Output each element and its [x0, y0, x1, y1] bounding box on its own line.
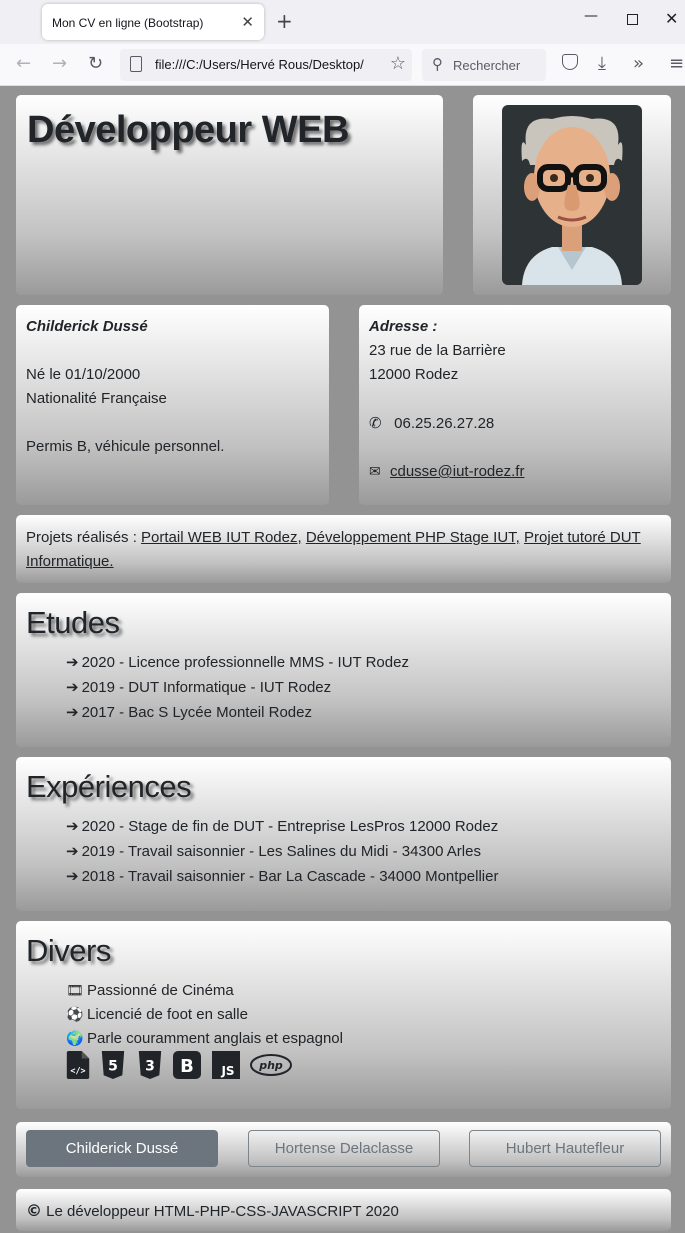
person-button-hubert[interactable]: Hubert Hautefleur: [469, 1130, 661, 1167]
title-card: Développeur WEB: [16, 95, 443, 295]
list-item: ➔ 2020 - Stage de fin de DUT - Entreprise…: [66, 817, 499, 835]
photo-card: [473, 95, 671, 295]
page-title: Développeur WEB: [27, 109, 349, 151]
maximize-icon[interactable]: [627, 14, 638, 25]
people-button-bar: Childerick Dussé Hortense Delaclasse Hub…: [16, 1122, 671, 1177]
url-text: file:///C:/Users/Hervé Rous/Desktop/: [155, 57, 364, 72]
arrow-right-icon: ➔: [66, 653, 79, 671]
person-button-hortense[interactable]: Hortense Delaclasse: [248, 1130, 440, 1167]
etudes-title: Etudes: [26, 605, 120, 640]
tab-title: Mon CV en ligne (Bootstrap): [52, 16, 204, 30]
email-link[interactable]: cdusse@iut-rodez.fr: [390, 463, 524, 480]
svg-text:</>: </>: [70, 1065, 85, 1075]
tech-icons: </> 5 3 B JS php: [66, 1051, 298, 1083]
experiences-list: ➔ 2020 - Stage de fin de DUT - Entreprise…: [26, 814, 498, 889]
address-label: Adresse :: [369, 318, 438, 335]
soccer-ball-icon: ⚽: [66, 1007, 84, 1023]
arrow-right-icon: ➔: [66, 867, 79, 885]
php-icon: php: [250, 1054, 293, 1076]
film-icon: 🎞: [66, 983, 84, 999]
forward-icon[interactable]: →: [52, 53, 67, 74]
browser-tab-bar: Mon CV en ligne (Bootstrap) ✕ + — ✕: [0, 0, 685, 44]
copyright-icon: ©: [26, 1201, 42, 1220]
list-item: 🎞 Passionné de Cinéma: [66, 979, 343, 1003]
etudes-list: ➔ 2020 - Licence professionnelle MMS - IU…: [26, 650, 409, 725]
list-item: ➔ 2019 - DUT Informatique - IUT Rodez: [66, 678, 332, 696]
arrow-right-icon: ➔: [66, 817, 79, 835]
divers-list: 🎞 Passionné de Cinéma ⚽ Licencié de foot e…: [26, 979, 343, 1051]
list-item: ➔ 2018 - Travail saisonnier - Bar La Casc…: [66, 867, 499, 885]
code-file-icon: </>: [66, 1051, 90, 1079]
url-bar[interactable]: file:///C:/Users/Hervé Rous/Desktop/ ☆: [120, 49, 412, 81]
footer: © Le développeur HTML-PHP-CSS-JAVASCRIPT…: [16, 1189, 671, 1231]
bootstrap-icon: B: [173, 1051, 202, 1079]
svg-text:B: B: [180, 1056, 194, 1077]
reload-icon[interactable]: ↻: [88, 53, 103, 74]
browser-nav-bar: ← → ↻ file:///C:/Users/Hervé Rous/Deskto…: [0, 44, 685, 86]
list-item: ➔ 2019 - Travail saisonnier - Les Salines…: [66, 842, 481, 860]
close-window-icon[interactable]: ✕: [665, 9, 678, 28]
divers-title: Divers: [26, 933, 111, 968]
arrow-right-icon: ➔: [66, 703, 79, 721]
back-icon[interactable]: ←: [16, 53, 31, 74]
list-item: ⚽ Licencié de foot en salle: [66, 1003, 343, 1027]
search-icon: ⚲: [432, 55, 443, 73]
pocket-icon[interactable]: [562, 54, 578, 70]
phone-icon: ✆: [369, 414, 382, 432]
nationality: Nationalité Française: [26, 390, 167, 407]
arrow-right-icon: ➔: [66, 842, 79, 860]
contact-card: Adresse : 23 rue de la Barrière 12000 Ro…: [359, 305, 671, 505]
list-item: ➔ 2020 - Licence professionnelle MMS - IU…: [66, 653, 409, 671]
arrow-right-icon: ➔: [66, 678, 79, 696]
page-icon: [130, 56, 142, 72]
address-city: 12000 Rodez: [369, 366, 459, 383]
bookmark-star-icon[interactable]: ☆: [385, 53, 406, 74]
minimize-icon[interactable]: —: [584, 8, 598, 24]
etudes-card: Etudes ➔ 2020 - Licence professionnelle M…: [16, 593, 671, 747]
more-tools-icon[interactable]: »: [633, 53, 644, 74]
download-icon[interactable]: ⤓: [598, 53, 606, 74]
javascript-icon: JS: [211, 1051, 240, 1079]
search-bar[interactable]: ⚲ Rechercher: [422, 49, 546, 81]
avatar: [502, 105, 642, 285]
list-item: ➔ 2017 - Bac S Lycée Monteil Rodez: [66, 703, 312, 721]
experiences-card: Expériences ➔ 2020 - Stage de fin de DUT …: [16, 757, 671, 911]
footer-text: Le développeur HTML-PHP-CSS-JAVASCRIPT 2…: [46, 1203, 399, 1220]
css3-icon: 3: [138, 1051, 162, 1079]
close-tab-icon[interactable]: ✕: [241, 13, 254, 31]
svg-text:5: 5: [109, 1059, 119, 1075]
browser-tab[interactable]: Mon CV en ligne (Bootstrap) ✕: [42, 4, 264, 40]
globe-icon: 🌍: [66, 1031, 84, 1047]
html5-icon: 5: [102, 1051, 125, 1079]
projects-label: Projets réalisés :: [26, 529, 137, 546]
menu-icon[interactable]: ≡: [669, 53, 684, 74]
svg-text:3: 3: [145, 1059, 155, 1075]
page-content: Développeur WEB Childerick Dussé Né le 0…: [0, 86, 685, 1233]
list-item: 🌍 Parle couramment anglais et espagnol: [66, 1027, 343, 1051]
person-name: Childerick Dussé: [26, 318, 148, 335]
person-button-childerick[interactable]: Childerick Dussé: [26, 1130, 218, 1167]
project-link-php[interactable]: Développement PHP Stage IUT,: [306, 529, 520, 546]
search-placeholder: Rechercher: [453, 58, 521, 73]
project-link-portail[interactable]: Portail WEB IUT Rodez,: [141, 529, 302, 546]
driving-license: Permis B, véhicule personnel.: [26, 438, 225, 455]
projects-card: Projets réalisés : Portail WEB IUT Rodez…: [16, 515, 671, 583]
address-street: 23 rue de la Barrière: [369, 342, 506, 359]
experiences-title: Expériences: [26, 769, 192, 804]
envelope-icon: ✉: [369, 464, 381, 480]
birth-date: Né le 01/10/2000: [26, 366, 141, 383]
identity-card: Childerick Dussé Né le 01/10/2000 Nation…: [16, 305, 329, 505]
phone-number: 06.25.26.27.28: [394, 415, 495, 432]
divers-card: Divers 🎞 Passionné de Cinéma ⚽ Licencié de…: [16, 921, 671, 1109]
svg-text:JS: JS: [220, 1064, 234, 1078]
new-tab-icon[interactable]: +: [276, 9, 293, 33]
svg-text:php: php: [258, 1059, 283, 1072]
